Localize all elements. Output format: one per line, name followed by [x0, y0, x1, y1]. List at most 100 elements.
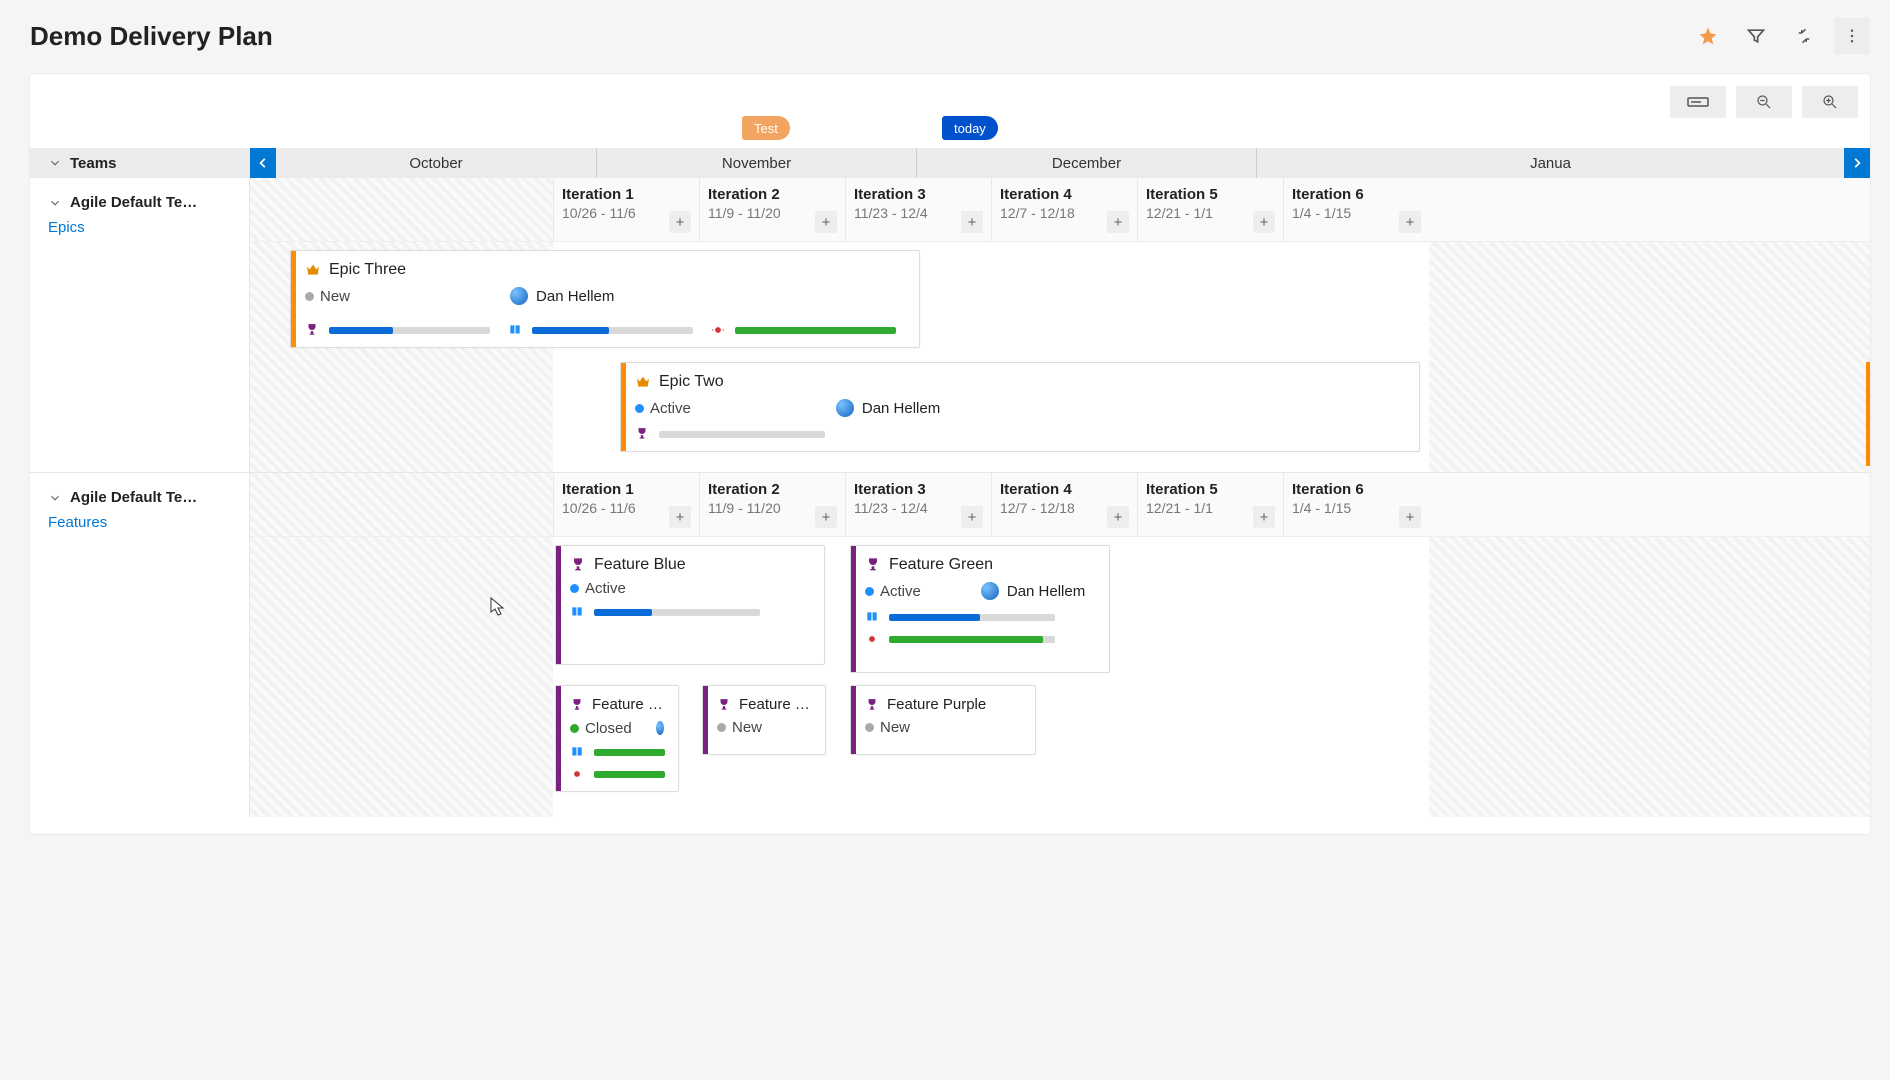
- crown-icon: [305, 262, 321, 278]
- feature-card-blue[interactable]: Feature Blue Active: [555, 545, 825, 665]
- more-actions-button[interactable]: [1834, 18, 1870, 54]
- month-january: Janua: [1256, 148, 1844, 178]
- card-edge-indicator: [1866, 362, 1870, 466]
- card-style-icon: [1687, 95, 1709, 109]
- favorite-button[interactable]: [1690, 18, 1726, 54]
- epic-card-epic-two[interactable]: Epic Two Active Dan Hellem: [620, 362, 1420, 452]
- card-title: Epic Two: [659, 373, 724, 391]
- scroll-left-button[interactable]: [250, 148, 276, 178]
- iteration-4-header[interactable]: Iteration 4 12/7 - 12/18 +: [991, 178, 1137, 241]
- team-row-toggle[interactable]: Agile Default Te…: [48, 489, 233, 506]
- rollup-bar: [889, 636, 1055, 643]
- iteration-add-button[interactable]: +: [1253, 211, 1275, 233]
- iteration-2-header[interactable]: Iteration 2 11/9 - 11/20 +: [699, 178, 845, 241]
- feature-card-green[interactable]: Feature Green Active Dan Hellem: [850, 545, 1110, 673]
- card-style-button[interactable]: [1670, 86, 1726, 118]
- card-state: Active: [650, 400, 691, 417]
- card-state: New: [880, 719, 910, 736]
- star-icon: [1698, 26, 1718, 46]
- scroll-right-button[interactable]: [1844, 148, 1870, 178]
- book-icon: [508, 323, 522, 337]
- chevron-left-icon: [256, 156, 270, 170]
- iteration-add-button[interactable]: +: [1253, 506, 1275, 528]
- rollup-bar: [889, 614, 1055, 621]
- backlog-link-features[interactable]: Features: [48, 514, 233, 531]
- month-november: November: [596, 148, 916, 178]
- team-row-toggle[interactable]: Agile Default Te…: [48, 194, 233, 211]
- card-title: Feature Purple: [887, 696, 986, 713]
- zoom-in-button[interactable]: [1802, 86, 1858, 118]
- zoom-out-button[interactable]: [1736, 86, 1792, 118]
- month-december: December: [916, 148, 1256, 178]
- feature-card-purple[interactable]: Feature Purple New: [850, 685, 1036, 755]
- state-dot-icon: [717, 723, 726, 732]
- card-title: Feature …: [739, 696, 810, 713]
- epic-card-epic-three[interactable]: Epic Three New Dan Hellem: [290, 250, 920, 348]
- trophy-icon: [305, 323, 319, 337]
- zoom-out-icon: [1755, 93, 1773, 111]
- iteration-title: Iteration 3: [854, 186, 983, 203]
- iteration-5-header[interactable]: Iteration 5 12/21 - 1/1 +: [1137, 473, 1283, 536]
- crown-icon: [635, 374, 651, 390]
- book-icon: [570, 605, 584, 619]
- iteration-add-button[interactable]: +: [961, 211, 983, 233]
- card-state: Active: [880, 583, 921, 600]
- chevron-down-icon: [48, 491, 62, 505]
- iteration-title: Iteration 2: [708, 186, 837, 203]
- state-dot-icon: [865, 723, 874, 732]
- iteration-title: Iteration 2: [708, 481, 837, 498]
- card-title: Feature Blue: [594, 556, 686, 574]
- rollup-bar: [532, 327, 693, 334]
- iteration-add-button[interactable]: +: [1107, 211, 1129, 233]
- iteration-add-button[interactable]: +: [1107, 506, 1129, 528]
- book-icon: [865, 610, 879, 624]
- iteration-add-button[interactable]: +: [961, 506, 983, 528]
- month-october: October: [276, 148, 596, 178]
- iteration-3-header[interactable]: Iteration 3 11/23 - 12/4 +: [845, 473, 991, 536]
- iteration-title: Iteration 5: [1146, 186, 1275, 203]
- avatar: [834, 397, 856, 419]
- iteration-add-button[interactable]: +: [669, 211, 691, 233]
- card-title: Epic Three: [329, 261, 406, 279]
- iteration-6-header[interactable]: Iteration 6 1/4 - 1/15 +: [1283, 473, 1429, 536]
- rollup-bar: [594, 749, 665, 756]
- collapse-fullscreen-button[interactable]: [1786, 18, 1822, 54]
- book-icon: [570, 745, 584, 759]
- chevron-down-icon: [48, 156, 62, 170]
- marker-test[interactable]: Test: [742, 116, 790, 140]
- iteration-title: Iteration 5: [1146, 481, 1275, 498]
- teams-label: Teams: [70, 155, 116, 172]
- iteration-add-button[interactable]: +: [815, 211, 837, 233]
- teams-header[interactable]: Teams: [30, 148, 250, 178]
- backlog-link-epics[interactable]: Epics: [48, 219, 233, 236]
- iteration-2-header[interactable]: Iteration 2 11/9 - 11/20 +: [699, 473, 845, 536]
- state-dot-icon: [570, 584, 579, 593]
- cursor-icon: [490, 597, 506, 617]
- iteration-add-button[interactable]: +: [1399, 211, 1421, 233]
- bug-icon: [570, 767, 584, 781]
- card-state: New: [732, 719, 762, 736]
- filter-button[interactable]: [1738, 18, 1774, 54]
- state-dot-icon: [570, 724, 579, 733]
- iteration-3-header[interactable]: Iteration 3 11/23 - 12/4 +: [845, 178, 991, 241]
- feature-card-truncated-2[interactable]: Feature … New: [702, 685, 826, 755]
- feature-card-truncated-1[interactable]: Feature … Closed: [555, 685, 679, 792]
- iteration-5-header[interactable]: Iteration 5 12/21 - 1/1 +: [1137, 178, 1283, 241]
- iteration-add-button[interactable]: +: [1399, 506, 1421, 528]
- state-dot-icon: [635, 404, 644, 413]
- iteration-4-header[interactable]: Iteration 4 12/7 - 12/18 +: [991, 473, 1137, 536]
- iteration-add-button[interactable]: +: [815, 506, 837, 528]
- team-name: Agile Default Te…: [70, 489, 197, 506]
- marker-today[interactable]: today: [942, 116, 998, 140]
- chevron-right-icon: [1850, 156, 1864, 170]
- iteration-title: Iteration 6: [1292, 186, 1421, 203]
- iteration-add-button[interactable]: +: [669, 506, 691, 528]
- iteration-6-header[interactable]: Iteration 6 1/4 - 1/15 +: [1283, 178, 1429, 241]
- rollup-bar: [329, 327, 490, 334]
- trophy-icon: [570, 557, 586, 573]
- iteration-1-header[interactable]: Iteration 1 10/26 - 11/6 +: [553, 178, 699, 241]
- iteration-title: Iteration 1: [562, 481, 691, 498]
- rollup-bar: [594, 771, 665, 778]
- iteration-title: Iteration 4: [1000, 481, 1129, 498]
- iteration-1-header[interactable]: Iteration 1 10/26 - 11/6 +: [553, 473, 699, 536]
